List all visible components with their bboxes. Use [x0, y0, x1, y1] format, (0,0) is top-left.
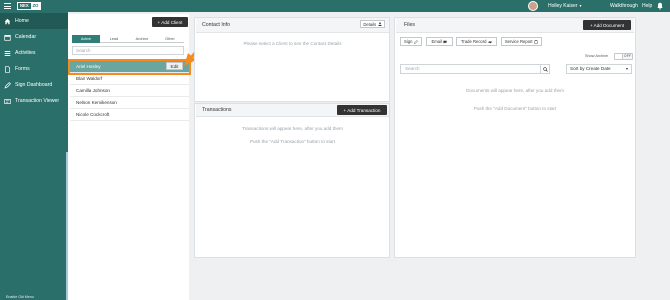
list-item[interactable]: Nicole Cockcroft	[70, 109, 189, 121]
tab-active[interactable]: Active	[72, 35, 100, 43]
list-item[interactable]: Camilla Johnson	[70, 85, 189, 97]
calendar-icon	[4, 34, 11, 41]
sidebar-item-label: Home	[15, 18, 29, 24]
details-button[interactable]: Details	[360, 20, 385, 28]
search-icon	[542, 66, 548, 72]
search-placeholder: Search	[76, 48, 91, 53]
walkthrough-link[interactable]: Walkthrough	[610, 3, 638, 9]
client-tabs: Active Lead Archive Other	[72, 35, 184, 43]
sidebar-item-forms[interactable]: Forms	[0, 61, 68, 77]
sidebar-item-home[interactable]: Home	[0, 13, 68, 29]
clients-panel	[68, 14, 189, 300]
list-item[interactable]: Blair Waldorf	[70, 73, 189, 85]
transaction-icon	[4, 98, 11, 104]
add-document-button[interactable]: + Add Document	[583, 20, 631, 30]
user-menu[interactable]: Holley Kaiser ▾	[548, 3, 581, 9]
sidebar-item-transaction-viewer[interactable]: Transaction Viewer	[0, 93, 68, 109]
logo-text-right: ZO	[30, 3, 41, 9]
pencil-icon	[414, 39, 418, 44]
sidebar-item-label: Sign Dashboard	[15, 82, 53, 88]
sidebar-item-label: Activities	[15, 50, 36, 56]
show-archive-toggle[interactable]: OFF	[614, 53, 633, 60]
service-report-label: Service Report	[504, 39, 533, 44]
files-search-input[interactable]: Search	[400, 64, 541, 74]
tab-other[interactable]: Other	[156, 35, 184, 43]
top-bar: NEX ZO Holley Kaiser ▾ Walkthrough Help	[0, 0, 670, 12]
chat-icon	[443, 40, 448, 44]
add-transaction-button[interactable]: + Add Transaction	[337, 105, 387, 115]
home-icon	[4, 18, 11, 24]
transactions-title: Transactions	[202, 107, 232, 113]
search-button[interactable]	[540, 64, 550, 74]
help-link[interactable]: Help	[642, 3, 652, 9]
sign-icon	[4, 81, 11, 89]
enable-old-menu-link[interactable]: Enable Old Menu	[6, 295, 34, 299]
search-placeholder: Search	[405, 66, 420, 71]
files-empty-text: Documents will appear here, after you ad…	[466, 88, 564, 93]
sign-label: Sign	[404, 39, 413, 44]
show-archive-label: Show Archive	[585, 54, 609, 58]
toggle-knob	[615, 54, 623, 59]
email-label: Email	[431, 39, 442, 44]
sidebar-item-label: Calendar	[15, 34, 37, 40]
tab-archive[interactable]: Archive	[128, 35, 156, 43]
logo-text-left: NEX	[20, 3, 29, 8]
add-client-button[interactable]: + Add Client	[152, 17, 188, 27]
sidebar-item-sign-dashboard[interactable]: Sign Dashboard	[0, 77, 68, 93]
contact-info-empty-text: Please select a Client to see the Contac…	[243, 41, 342, 46]
files-hint-text: Push the "Add Document" button to start	[473, 106, 557, 111]
transactions-empty-text: Transactions will appear here, after you…	[242, 126, 343, 131]
tab-lead[interactable]: Lead	[100, 35, 128, 43]
contact-info-title: Contact Info	[202, 22, 230, 28]
transactions-hint-text: Push the "Add Transaction" button to sta…	[249, 139, 336, 144]
toggle-state: OFF	[623, 54, 632, 59]
avatar[interactable]	[528, 1, 538, 11]
client-search-input[interactable]: Search	[72, 46, 184, 55]
files-title: Files	[404, 22, 415, 28]
sidebar-item-activities[interactable]: Activities	[0, 45, 68, 61]
sort-value: Sort by Create Date	[570, 66, 611, 71]
sidebar: Home Calendar Activities Forms Sign Dash…	[0, 12, 68, 300]
email-button[interactable]: Email	[426, 37, 453, 46]
bell-icon[interactable]	[656, 2, 664, 10]
person-icon	[378, 22, 382, 26]
app-logo[interactable]: NEX ZO	[17, 2, 42, 10]
sign-button[interactable]: Sign	[400, 37, 422, 46]
chevron-down-icon: ▾	[625, 66, 628, 71]
trade-record-label: Trade Record	[461, 39, 487, 44]
forms-icon	[5, 65, 10, 73]
trade-record-button[interactable]: Trade Record	[456, 37, 497, 46]
clipboard-icon	[534, 39, 538, 44]
chevron-down-icon: ▾	[579, 3, 582, 8]
sort-select[interactable]: Sort by Create Date ▾	[566, 64, 632, 74]
hamburger-menu-icon[interactable]	[4, 3, 11, 9]
service-report-button[interactable]: Service Report	[501, 37, 542, 46]
user-name: Holley Kaiser	[548, 3, 578, 9]
edit-button[interactable]: Edit	[166, 62, 183, 70]
handshake-icon	[488, 40, 492, 43]
activities-icon	[4, 50, 11, 56]
sidebar-item-label: Forms	[15, 66, 30, 72]
sidebar-item-calendar[interactable]: Calendar	[0, 29, 68, 45]
sidebar-item-label: Transaction Viewer	[15, 98, 60, 104]
list-item[interactable]: Nelson Kemikenson	[70, 97, 189, 109]
details-label: Details	[363, 21, 377, 27]
